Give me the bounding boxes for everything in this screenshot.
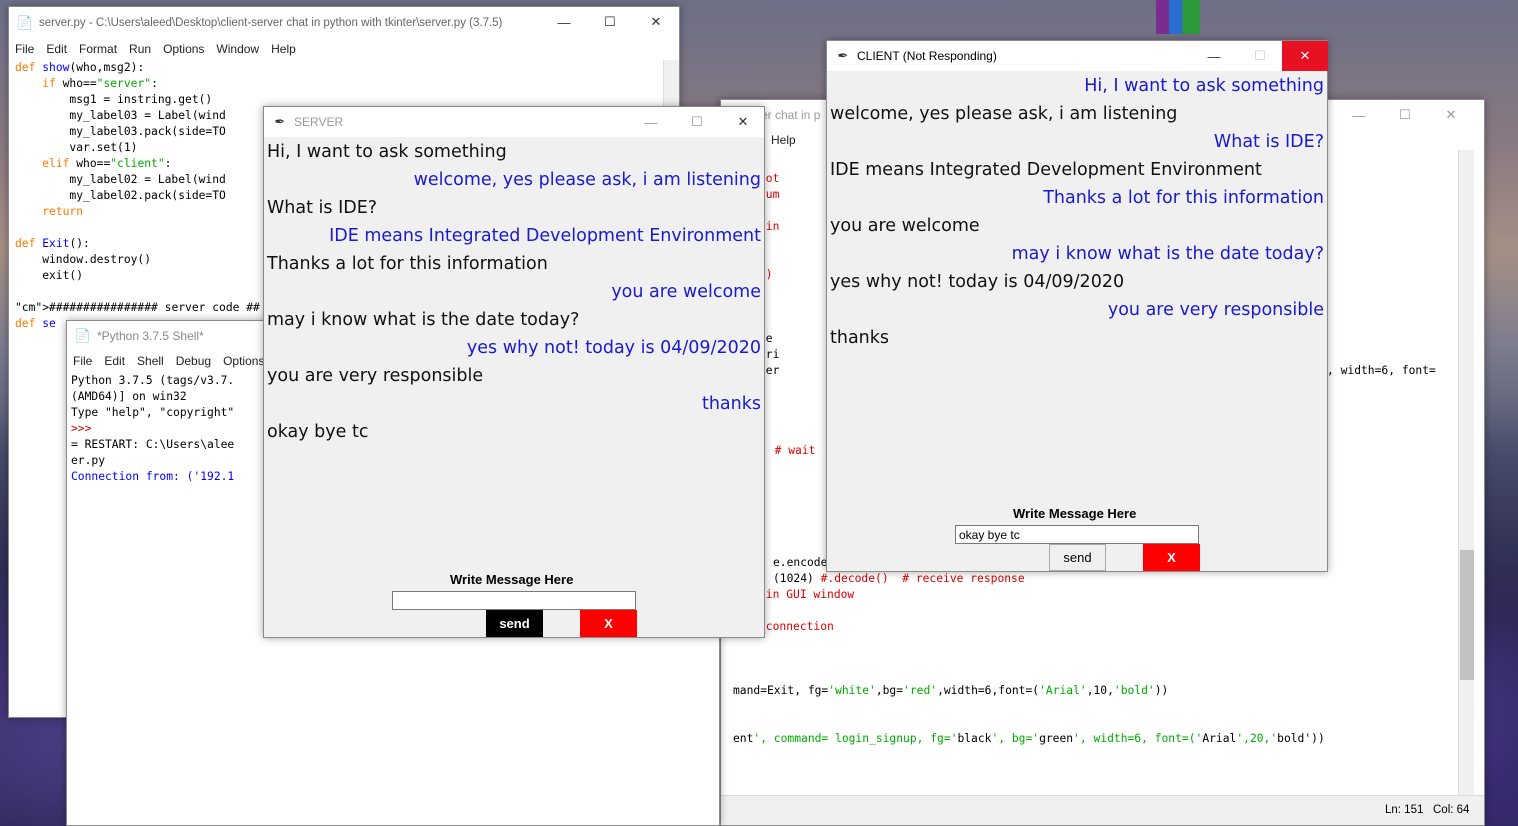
- chat-message: you are very responsible: [1107, 300, 1324, 320]
- code-line: e.encode: [773, 556, 828, 569]
- message-input[interactable]: [392, 591, 636, 610]
- close-icon[interactable]: ✕: [1282, 41, 1328, 71]
- menu-edit[interactable]: Edit: [46, 42, 67, 56]
- scroll-thumb[interactable]: [1460, 550, 1474, 680]
- minimize-icon[interactable]: —: [1336, 100, 1382, 130]
- feather-icon: ✒: [837, 48, 849, 63]
- message-input[interactable]: [955, 525, 1199, 544]
- code-line: def show(who,msg2):: [15, 61, 145, 74]
- code-line: ent', command= login_signup, fg='black',…: [733, 732, 1325, 745]
- menu-window[interactable]: Window: [216, 42, 259, 56]
- menu-options[interactable]: Options: [223, 354, 264, 368]
- menu-options[interactable]: Options: [163, 42, 204, 56]
- minimize-icon[interactable]: —: [628, 107, 674, 137]
- chat-message: Thanks a lot for this information: [1043, 188, 1324, 208]
- maximize-icon[interactable]: ☐: [587, 7, 633, 37]
- exit-button[interactable]: X: [1143, 544, 1200, 571]
- close-icon[interactable]: ✕: [1428, 100, 1474, 130]
- server-window: ✒ SERVER — ☐ ✕ Hi, I want to ask somethi…: [263, 106, 765, 638]
- window-title: *Python 3.7.5 Shell*: [97, 329, 204, 343]
- python-file-icon: 📄: [16, 15, 34, 30]
- chat-message: okay bye tc: [267, 422, 369, 442]
- exit-button[interactable]: X: [580, 610, 637, 637]
- status-bar: Ln: 151 Col: 64: [721, 795, 1484, 825]
- menu-file[interactable]: File: [15, 42, 34, 56]
- window-title: SERVER: [294, 115, 344, 129]
- menu-debug[interactable]: Debug: [176, 354, 211, 368]
- python-shell-icon: 📄: [74, 328, 92, 343]
- close-icon[interactable]: ✕: [633, 7, 679, 37]
- maximize-icon[interactable]: ☐: [1237, 41, 1283, 71]
- chat-message: welcome, yes please ask, i am listening: [830, 104, 1178, 124]
- scrollbar[interactable]: [1458, 150, 1474, 796]
- send-button[interactable]: send: [486, 610, 543, 637]
- menu-help[interactable]: Help: [771, 133, 796, 147]
- code-line: # wait: [761, 444, 816, 457]
- minimize-icon[interactable]: —: [541, 7, 587, 37]
- menu-run[interactable]: Run: [129, 42, 151, 56]
- feather-icon: ✒: [274, 114, 286, 129]
- chat-message: Hi, I want to ask something: [1084, 76, 1324, 96]
- chat-message: Hi, I want to ask something: [267, 142, 507, 162]
- prompt-label: Write Message Here: [450, 572, 574, 587]
- chat-message: IDE means Integrated Development Environ…: [329, 226, 761, 246]
- chat-message: What is IDE?: [267, 198, 378, 218]
- chat-message: may i know what is the date today?: [1011, 244, 1324, 264]
- menu-edit[interactable]: Edit: [104, 354, 125, 368]
- maximize-icon[interactable]: ☐: [1382, 100, 1428, 130]
- chat-message: What is IDE?: [1213, 132, 1324, 152]
- maximize-icon[interactable]: ☐: [674, 107, 720, 137]
- chat-message: welcome, yes please ask, i am listening: [413, 170, 761, 190]
- chat-message: thanks: [830, 328, 890, 348]
- chat-message: yes why not! today is 04/09/2020: [466, 338, 761, 358]
- menu-shell[interactable]: Shell: [137, 354, 164, 368]
- winrar-icon[interactable]: [1156, 0, 1200, 34]
- chat-message: you are welcome: [830, 216, 980, 236]
- send-button[interactable]: send: [1049, 544, 1106, 571]
- menu-file[interactable]: File: [73, 354, 92, 368]
- close-icon[interactable]: ✕: [720, 107, 766, 137]
- chat-message: IDE means Integrated Development Environ…: [830, 160, 1262, 180]
- column-number: Col: 64: [1433, 804, 1470, 816]
- chat-message: you are very responsible: [267, 366, 484, 386]
- menu-bar: File Edit Format Run Options Window Help: [9, 39, 679, 59]
- chat-message: thanks: [701, 394, 761, 414]
- code-line: (1024) #.decode() # receive response: [773, 572, 1025, 585]
- chat-message: may i know what is the date today?: [267, 310, 580, 330]
- menu-format[interactable]: Format: [79, 42, 117, 56]
- window-title: server.py - C:\Users\aleed\Desktop\clien…: [39, 17, 503, 29]
- chat-message: Thanks a lot for this information: [267, 254, 548, 274]
- window-title: er chat in p: [761, 108, 821, 122]
- minimize-icon[interactable]: —: [1191, 41, 1237, 71]
- code-line: mand=Exit, fg='white',bg='red',width=6,f…: [733, 684, 1169, 697]
- code-line: , width=6, font=: [1327, 364, 1436, 377]
- chat-message: yes why not! today is 04/09/2020: [830, 272, 1125, 292]
- menu-help[interactable]: Help: [271, 42, 296, 56]
- window-title: CLIENT (Not Responding): [857, 49, 997, 63]
- client-window: ✒ CLIENT (Not Responding) — ☐ ✕ Hi, I wa…: [826, 40, 1328, 572]
- chat-message: you are welcome: [611, 282, 761, 302]
- prompt-label: Write Message Here: [1013, 506, 1137, 521]
- line-number: Ln: 151: [1385, 804, 1424, 816]
- code-line: if who=="server":: [42, 77, 158, 90]
